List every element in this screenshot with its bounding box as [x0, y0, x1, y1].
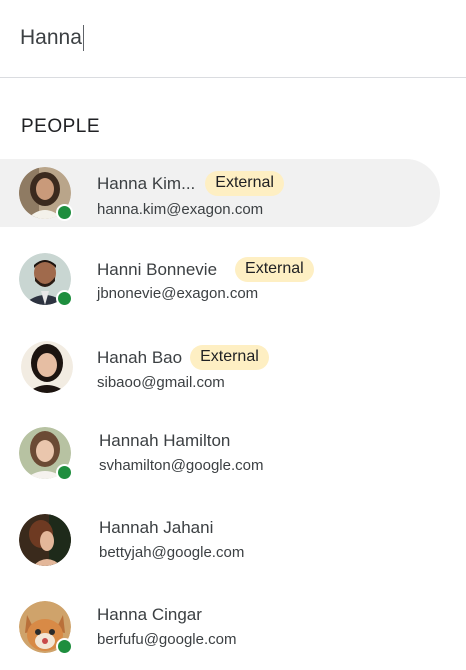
person-row-hannah-jahani[interactable]: Hannah Jahani bettyjah@google.com — [0, 506, 440, 574]
person-row-hannah-hamilton[interactable]: Hannah Hamilton svhamilton@google.com — [0, 419, 440, 487]
person-row-hanah-bao[interactable]: Hanah Bao External sibaoo@gmail.com — [0, 333, 440, 401]
avatar — [19, 427, 73, 481]
person-email: sibaoo@gmail.com — [97, 374, 225, 391]
person-row-hanni-bonnevie[interactable]: Hanni Bonnevie External jbnonevie@exagon… — [0, 245, 440, 313]
search-bar: Hanna — [0, 0, 466, 78]
name-line: Hanah Bao External — [97, 345, 269, 370]
name-line: Hannah Jahani — [99, 518, 213, 538]
person-email: hanna.kim@exagon.com — [97, 201, 264, 218]
name-line: Hannah Hamilton — [99, 431, 230, 451]
external-badge: External — [190, 345, 269, 370]
online-status-dot — [56, 464, 73, 481]
person-name: Hannah Hamilton — [99, 431, 231, 450]
avatar — [21, 341, 73, 393]
person-name: Hanna Kim... — [97, 173, 196, 193]
person-row-hanna-kim[interactable]: Hanna Kim... External hanna.kim@exagon.c… — [0, 159, 440, 227]
person-name: Hanni Bonnevie — [97, 259, 218, 279]
external-badge: External — [205, 171, 284, 196]
person-name: Hanah Bao — [97, 347, 183, 367]
online-status-dot — [56, 290, 73, 307]
person-name: Hanna Cingar — [97, 605, 202, 624]
search-input-text: Hanna — [20, 26, 82, 49]
avatar — [19, 514, 71, 566]
person-name: Hannah Jahani — [99, 518, 214, 537]
avatar-photo — [21, 341, 73, 393]
avatar — [19, 167, 73, 221]
search-input[interactable]: Hanna — [20, 22, 84, 54]
person-email: jbnonevie@exagon.com — [97, 285, 259, 302]
person-row-hanna-cingar[interactable]: Hanna Cingar berfufu@google.com — [0, 593, 440, 661]
person-email: bettyjah@google.com — [99, 544, 245, 561]
online-status-dot — [56, 638, 73, 655]
name-line: Hanna Kim... External — [97, 171, 284, 196]
person-email: berfufu@google.com — [97, 631, 237, 648]
avatar — [19, 253, 73, 307]
online-status-dot — [56, 204, 73, 221]
section-title: PEOPLE — [21, 116, 101, 137]
name-line: Hanna Cingar — [97, 605, 202, 625]
avatar-photo — [19, 514, 71, 566]
external-badge: External — [235, 257, 314, 282]
text-caret — [82, 25, 84, 51]
avatar — [19, 601, 73, 655]
name-line: Hanni Bonnevie External — [97, 257, 314, 282]
person-email: svhamilton@google.com — [99, 457, 264, 474]
